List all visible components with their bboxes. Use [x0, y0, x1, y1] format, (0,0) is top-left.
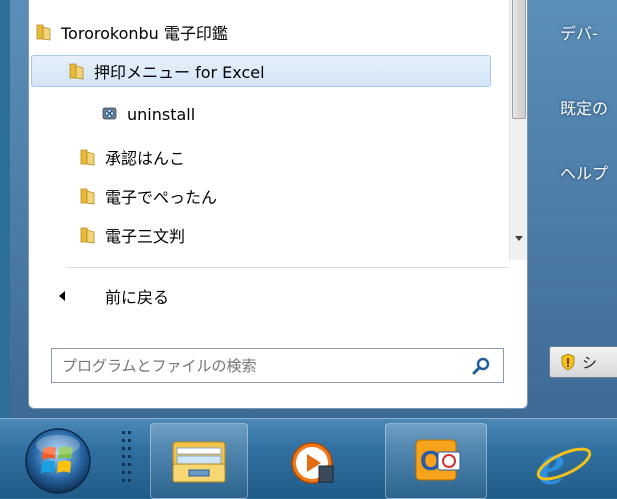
right-pane-default-programs[interactable]: 既定の [560, 95, 608, 119]
shutdown-label: シ [582, 353, 598, 372]
internet-explorer-icon: e [536, 432, 592, 492]
programs-scrollbar[interactable] [509, 0, 527, 260]
program-folder-shonin-hanko[interactable]: 承認はんこ [79, 141, 379, 173]
search-icon[interactable] [471, 356, 491, 376]
program-label: Tororokonbu 電子印鑑 [61, 24, 228, 43]
folder-icon [80, 149, 95, 166]
program-label: 押印メニュー for Excel [94, 63, 265, 82]
right-pane-help[interactable]: ヘルプ [560, 160, 608, 184]
folder-icon [69, 63, 84, 80]
scroll-down-arrow-icon[interactable] [515, 236, 523, 241]
folder-icon [80, 227, 95, 244]
svg-text:e: e [538, 432, 565, 492]
program-folder-denshi-sanmonban[interactable]: 電子三文判 [79, 219, 379, 251]
shutdown-button[interactable]: シ [549, 346, 617, 378]
search-input[interactable] [52, 355, 471, 376]
start-menu-left-pane: Tororokonbu 電子印鑑 押印メニュー for Excel uninst… [28, 0, 528, 409]
program-folder-tororokonbu[interactable]: Tororokonbu 電子印鑑 [35, 16, 495, 48]
media-player-icon [291, 442, 334, 484]
program-label: 承認はんこ [105, 149, 186, 168]
program-folder-oshin-menu[interactable]: 押印メニュー for Excel [31, 55, 491, 87]
scrollbar-thumb[interactable] [512, 0, 526, 119]
program-label: 電子三文判 [105, 227, 186, 246]
file-explorer-icon [172, 441, 226, 483]
uninstall-icon [102, 107, 117, 120]
shield-icon [561, 353, 575, 371]
program-item-uninstall[interactable]: uninstall [101, 98, 401, 130]
back-label: 前に戻る [105, 288, 170, 307]
taskbar-button-explorer[interactable] [150, 423, 248, 499]
back-arrow-icon [59, 291, 65, 301]
taskbar-grip[interactable] [120, 429, 136, 491]
taskbar: O e [0, 418, 617, 499]
taskbar-button-media-player[interactable] [262, 423, 360, 499]
divider [66, 267, 507, 268]
taskbar-button-outlook[interactable]: O [385, 423, 487, 499]
program-label: uninstall [127, 104, 196, 124]
program-folder-denshi-pettan[interactable]: 電子でぺったん [79, 180, 379, 212]
folder-icon [80, 188, 95, 205]
start-orb-icon[interactable] [20, 425, 96, 495]
program-label: 電子でぺったん [105, 188, 218, 207]
back-button[interactable]: 前に戻る [59, 282, 169, 310]
outlook-icon: O [415, 439, 461, 481]
all-programs-list: Tororokonbu 電子印鑑 押印メニュー for Excel uninst… [29, 0, 507, 260]
search-box[interactable] [51, 348, 504, 383]
right-pane-devices[interactable]: デバ- [560, 20, 598, 44]
folder-icon [36, 24, 51, 41]
taskbar-button-internet-explorer[interactable]: e [505, 423, 617, 499]
